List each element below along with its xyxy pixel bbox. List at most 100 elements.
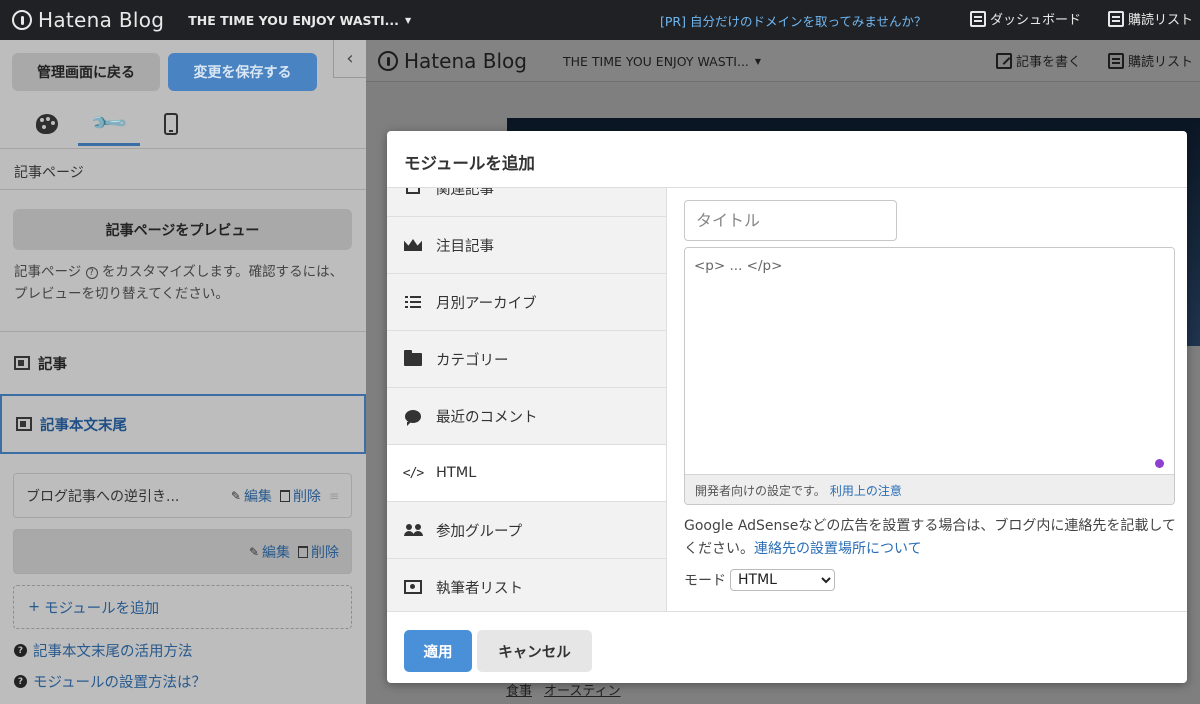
help-link-label: モジュールの設置方法は？ — [33, 675, 206, 691]
usage-notes-link[interactable]: 利用上の注意 — [830, 484, 902, 498]
developer-note-text: 開発者向けの設定です。 — [695, 484, 826, 498]
module-type-html[interactable]: </> HTML — [387, 445, 666, 502]
module-type-category[interactable]: カテゴリー — [387, 331, 666, 388]
help-link-module-setup[interactable]: ? モジュールの設置方法は？ — [14, 671, 206, 692]
sidebar-item-label: 記事 — [38, 356, 67, 373]
sidebar-item-label: 記事本文末尾 — [40, 417, 127, 434]
question-circle-icon: ? — [14, 675, 27, 688]
add-module-button[interactable]: + モジュールを追加 — [13, 585, 352, 629]
dashboard-label: ダッシュボード — [990, 13, 1082, 28]
logo-text: Hatena Blog — [38, 8, 165, 32]
crown-icon — [404, 239, 422, 251]
wrench-icon: 🔧 — [88, 102, 130, 143]
module-title-input[interactable] — [684, 200, 897, 241]
caret-down-icon: ▼ — [754, 57, 762, 66]
collapse-sidebar-button[interactable]: ‹ — [333, 40, 366, 78]
preview-header: Hatena Blog THE TIME YOU ENJOY WASTI... … — [366, 40, 1200, 82]
add-module-dialog: モジュールを追加 関連記事 注目記事 月別アーカイブ カテゴリー 最近のコメント… — [387, 131, 1187, 683]
module-type-monthly-archive[interactable]: 月別アーカイブ — [387, 274, 666, 331]
pencil-icon: ✎ — [248, 544, 259, 559]
customize-tabs: 🔧 — [16, 102, 202, 146]
divider — [0, 331, 366, 332]
preview-blog-name-dropdown[interactable]: THE TIME YOU ENJOY WASTI... ▼ — [563, 54, 761, 69]
help-link-label: 記事本文末尾の活用方法 — [33, 644, 193, 660]
section-label: 記事ページ — [0, 148, 366, 190]
module-type-label: 月別アーカイブ — [436, 295, 537, 312]
apply-button[interactable]: 適用 — [404, 630, 472, 672]
global-header: Hatena Blog THE TIME YOU ENJOY WASTI... … — [0, 0, 1200, 40]
drag-handle-icon[interactable]: ≡ — [329, 489, 339, 503]
mode-label: モード — [684, 573, 726, 589]
description-part-1: 記事ページ — [14, 264, 82, 280]
module-type-related-articles[interactable]: 関連記事 — [387, 188, 666, 217]
users-icon — [404, 524, 422, 536]
module-type-label: 関連記事 — [436, 188, 494, 198]
preview-subscription-link[interactable]: 購読リスト — [1108, 51, 1193, 70]
dashboard-icon — [970, 10, 986, 27]
hatena-blog-logo[interactable]: Hatena Blog — [12, 8, 164, 32]
module-row-placeholder[interactable]: ✎ 編集 削除 — [13, 529, 352, 574]
mode-row: モード HTML — [684, 569, 835, 591]
tab-smartphone[interactable] — [140, 102, 202, 146]
code-icon: </> — [402, 465, 424, 481]
trash-icon — [298, 545, 308, 558]
blog-name-dropdown[interactable]: THE TIME YOU ENJOY WASTI... ▼ — [188, 13, 411, 28]
module-type-featured[interactable]: 注目記事 — [387, 217, 666, 274]
module-type-groups[interactable]: 参加グループ — [387, 502, 666, 559]
palette-icon — [36, 114, 58, 134]
chevron-left-icon: ‹ — [346, 48, 354, 69]
edit-label: 編集 — [243, 488, 272, 505]
preview-blog-name: THE TIME YOU ENJOY WASTI... — [563, 54, 749, 69]
preview-logo[interactable]: Hatena Blog — [378, 49, 527, 73]
tab-customize[interactable]: 🔧 — [78, 102, 140, 146]
list-icon — [404, 296, 422, 308]
status-dot — [1155, 459, 1164, 468]
newspaper-icon — [404, 188, 422, 194]
html-content-textarea[interactable] — [685, 248, 1174, 474]
tab-design[interactable] — [16, 102, 78, 146]
module-area-icon — [16, 417, 32, 431]
domain-promo-link[interactable]: [PR] 自分だけのドメインを取ってみませんか？ — [660, 11, 926, 30]
module-type-label: 注目記事 — [436, 238, 494, 255]
blog-name-label: THE TIME YOU ENJOY WASTI... — [188, 12, 399, 28]
dialog-footer: 適用 キャンセル — [387, 611, 1187, 683]
html-module-form: 開発者向けの設定です。利用上の注意 Google AdSenseなどの広告を設置… — [667, 188, 1187, 611]
cancel-button[interactable]: キャンセル — [477, 630, 592, 672]
hatena-logo-icon — [378, 51, 398, 71]
smartphone-icon — [164, 113, 178, 135]
subscription-icon — [1108, 10, 1124, 27]
sidebar-item-article-footer[interactable]: 記事本文末尾 — [0, 394, 366, 454]
customize-sidebar: 管理画面に戻る 変更を保存する ‹ 🔧 記事ページ 記事ページをプレビュー 記事… — [0, 40, 366, 704]
id-card-icon — [404, 580, 422, 594]
module-type-recent-comments[interactable]: 最近のコメント — [387, 388, 666, 445]
adsense-notice: Google AdSenseなどの広告を設置する場合は、ブログ内に連絡先を記載し… — [684, 515, 1179, 561]
module-type-authors[interactable]: 執筆者リスト — [387, 559, 666, 611]
contact-placement-link[interactable]: 連絡先の設置場所について — [754, 541, 922, 557]
dialog-title: モジュールを追加 — [387, 131, 1187, 188]
preview-logo-text: Hatena Blog — [404, 49, 527, 73]
hatena-logo-icon — [12, 10, 32, 30]
caret-down-icon: ▼ — [404, 15, 412, 25]
save-changes-button[interactable]: 変更を保存する — [168, 53, 317, 91]
module-type-label: 参加グループ — [436, 523, 523, 540]
mode-select[interactable]: HTML — [730, 569, 835, 591]
developer-note: 開発者向けの設定です。 利用上の注意 — [685, 474, 1174, 504]
edit-module-link[interactable]: ✎ 編集 — [231, 486, 272, 506]
edit-module-link[interactable]: ✎ 編集 — [249, 542, 290, 562]
dashboard-link[interactable]: ダッシュボード — [970, 9, 1081, 28]
sidebar-item-article[interactable]: 記事 — [0, 334, 366, 392]
write-label: 記事を書く — [1016, 55, 1082, 70]
subscription-list-link[interactable]: 購読リスト — [1108, 9, 1193, 28]
help-link-footer-usage[interactable]: ? 記事本文末尾の活用方法 — [14, 640, 193, 661]
help-circle-icon[interactable]: ? — [85, 267, 98, 279]
back-to-admin-button[interactable]: 管理画面に戻る — [12, 53, 160, 91]
module-type-label: HTML — [436, 465, 477, 481]
edit-label: 編集 — [262, 544, 290, 561]
preview-article-button[interactable]: 記事ページをプレビュー — [13, 209, 352, 250]
plus-icon: + — [28, 599, 41, 615]
write-article-link[interactable]: 記事を書く — [996, 51, 1081, 70]
delete-module-link[interactable]: 削除 — [298, 542, 339, 562]
subscription-icon — [1108, 52, 1124, 69]
delete-module-link[interactable]: 削除 — [279, 486, 321, 506]
module-row[interactable]: ブログ記事への逆引き... ✎ 編集 削除 ≡ — [13, 473, 352, 518]
